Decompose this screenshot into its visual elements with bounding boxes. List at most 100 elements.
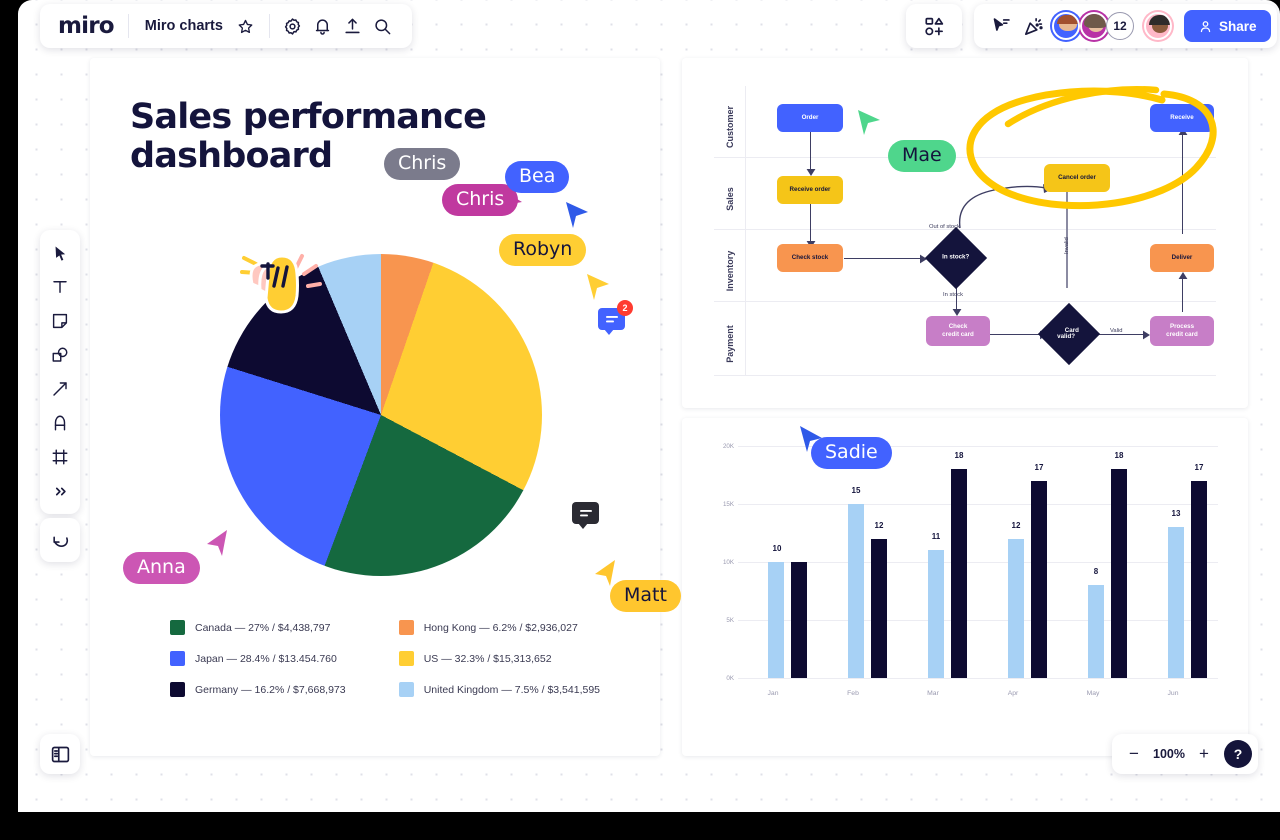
cursor-share-icon[interactable]: [986, 11, 1016, 41]
bar-may-light[interactable]: [1088, 585, 1104, 678]
x-axis-tick: May: [1086, 690, 1100, 697]
party-popper-icon[interactable]: [1018, 11, 1048, 41]
frame-sales-dashboard[interactable]: Sales performance dashboard Canada — 27%…: [90, 58, 660, 756]
pen-tool[interactable]: [44, 408, 76, 438]
upload-icon[interactable]: [338, 11, 368, 41]
select-tool[interactable]: [44, 238, 76, 268]
x-axis-tick: Feb: [847, 690, 859, 697]
collaboration-bar: 12 Share: [974, 4, 1277, 48]
bubble-tail: [604, 329, 614, 335]
avatar[interactable]: [1142, 10, 1174, 42]
flow-node-label: credit card: [942, 331, 974, 338]
flow-node-receive-order[interactable]: Receive order: [777, 176, 843, 204]
edge-label-in-stock: In stock: [943, 292, 963, 298]
cursor-arrow-anna: [207, 530, 227, 556]
bar-apr-dark[interactable]: [1031, 481, 1047, 678]
bar-chart[interactable]: 0K 5K 10K 15K 20K 10 15 12 11 18 12 17 8…: [710, 443, 1218, 697]
bubble-tail: [578, 523, 588, 529]
undo-button[interactable]: [40, 518, 80, 562]
cursor-label-matt: Matt: [610, 580, 681, 612]
flow-node-order[interactable]: Order: [777, 104, 843, 132]
flow-node-cancel-order[interactable]: Cancel order: [1044, 164, 1110, 192]
arrowhead-icon: [952, 309, 962, 316]
edge-label-invalid: Invalid: [1064, 237, 1070, 254]
zoom-controls: − 100% + ?: [1112, 734, 1258, 774]
shapes-tool[interactable]: [44, 340, 76, 370]
search-icon[interactable]: [368, 11, 398, 41]
bar-mar-light[interactable]: [928, 550, 944, 678]
bar-jan-light[interactable]: [768, 562, 784, 678]
apps-shapes-icon[interactable]: [919, 11, 949, 41]
panel-toggle-button[interactable]: [40, 734, 80, 774]
legend-item: Hong Kong — 6.2% / $2,936,027: [398, 620, 600, 635]
connector-tool[interactable]: [44, 374, 76, 404]
share-button[interactable]: Share: [1184, 10, 1271, 42]
help-button[interactable]: ?: [1224, 740, 1252, 768]
flow-node-check-stock[interactable]: Check stock: [777, 244, 843, 272]
avatar[interactable]: [1050, 10, 1082, 42]
board-canvas[interactable]: Sales performance dashboard Canada — 27%…: [18, 0, 1280, 812]
flow-node-check-credit-card[interactable]: Check credit card: [926, 316, 990, 346]
legend-item: Germany — 16.2% / $7,668,973: [170, 682, 371, 697]
flow-node-receive[interactable]: Receive: [1150, 104, 1214, 132]
bar-apr-light[interactable]: [1008, 539, 1024, 678]
legend-swatch-japan: [170, 651, 185, 666]
bar-value-jan: 10: [772, 544, 782, 553]
comment-badge-count: 2: [617, 300, 633, 316]
gridline-0k: [738, 678, 1218, 679]
zoom-level[interactable]: 100%: [1152, 747, 1186, 761]
bar-feb-light[interactable]: [848, 504, 864, 678]
text-tool[interactable]: [44, 272, 76, 302]
zoom-out-button[interactable]: −: [1122, 742, 1146, 766]
bar-may-dark[interactable]: [1111, 469, 1127, 678]
cursor-arrow-bea: [566, 202, 588, 228]
bell-icon[interactable]: [308, 11, 338, 41]
text-icon: [53, 281, 67, 293]
bar-value-mar-dark: 18: [954, 451, 964, 460]
flow-node-label: Receive order: [789, 185, 831, 193]
zoom-in-button[interactable]: +: [1192, 742, 1216, 766]
legend-label-canada: Canada — 27% / $4,438,797: [195, 621, 331, 634]
bar-jan-dark[interactable]: [791, 562, 807, 678]
panel-toggle-icon: [51, 746, 69, 762]
bar-mar-dark[interactable]: [951, 469, 967, 678]
y-axis-tick: 5K: [726, 617, 734, 624]
miro-logo[interactable]: miro: [54, 13, 128, 39]
collaborator-count[interactable]: 12: [1106, 12, 1134, 40]
cursor-arrow-matt: [595, 560, 615, 586]
flow-node-deliver[interactable]: Deliver: [1150, 244, 1214, 272]
x-axis-tick: Jan: [767, 690, 779, 697]
cursor-label-anna: Anna: [123, 552, 200, 584]
flow-node-label: Process: [1169, 322, 1195, 330]
frame-order-flowchart[interactable]: Customer Sales Inventory Payment Out of …: [682, 58, 1248, 408]
frame-monthly-bar-chart[interactable]: 0K 5K 10K 15K 20K 10 15 12 11 18 12 17 8…: [682, 418, 1248, 756]
comment-bubble-dark[interactable]: [572, 502, 599, 529]
gear-icon[interactable]: [278, 11, 308, 41]
page-title: Sales performance dashboard: [130, 97, 487, 177]
bar-feb-dark[interactable]: [871, 539, 887, 678]
creation-toolbar: [40, 230, 80, 514]
legend-label-united-kingdom: United Kingdom — 7.5% / $3,541,595: [423, 683, 600, 696]
flow-node-label: Check: [948, 322, 968, 330]
board-title[interactable]: Miro charts: [129, 18, 231, 34]
legend-swatch-us: [398, 651, 414, 666]
bar-value-apr-light: 12: [1011, 521, 1021, 530]
y-axis-tick: 10K: [722, 559, 734, 566]
apps-panel-button[interactable]: [906, 4, 962, 48]
cursor-label-mae: Mae: [888, 140, 956, 172]
bar-jun-light[interactable]: [1168, 527, 1184, 678]
star-icon[interactable]: [231, 11, 261, 41]
comment-bubble-blue[interactable]: 2: [598, 300, 633, 335]
cursor-arrow-robyn: [587, 274, 609, 300]
frame-tool[interactable]: [44, 442, 76, 472]
sticky-note-tool[interactable]: [44, 306, 76, 336]
flow-node-label: Check stock: [791, 253, 829, 261]
legend-swatch-united-kingdom: [398, 682, 414, 697]
legend-swatch-canada: [170, 620, 185, 635]
bar-jun-dark[interactable]: [1191, 481, 1207, 678]
more-tools[interactable]: [44, 476, 76, 506]
bar-value-mar-light: 11: [931, 532, 941, 541]
y-axis-tick: 0K: [726, 675, 734, 682]
flow-node-label: Receive: [1170, 113, 1194, 121]
flow-node-process-credit-card[interactable]: Process credit card: [1150, 316, 1214, 346]
